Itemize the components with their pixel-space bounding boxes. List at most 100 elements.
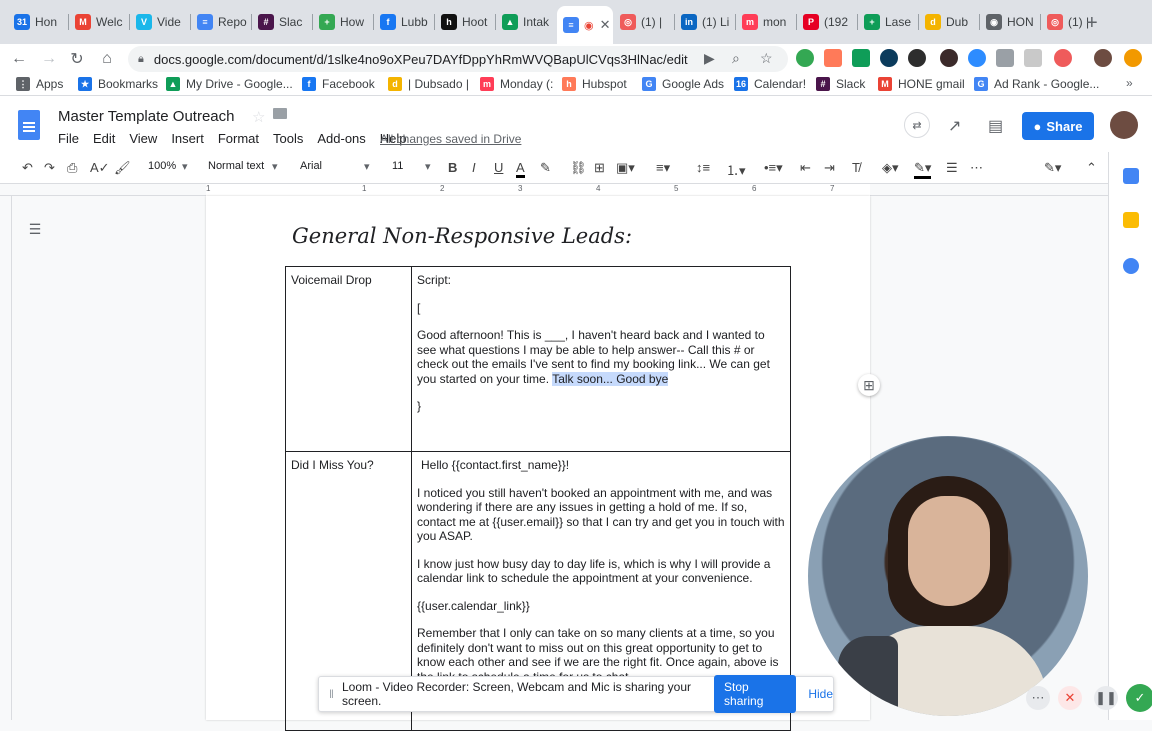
share-button[interactable]: ● Share [1022, 112, 1094, 140]
stop-sharing-button[interactable]: Stop sharing [714, 675, 797, 713]
highlight-icon[interactable]: ✎ [540, 160, 551, 176]
decrease-indent-icon[interactable]: ⇤ [800, 160, 811, 176]
extension-icon[interactable] [908, 49, 926, 67]
comments-icon[interactable]: ▤ [988, 116, 1003, 136]
calendar-icon[interactable] [1123, 168, 1139, 184]
bookmark-item[interactable]: f Facebook [302, 77, 375, 91]
extension-icon[interactable] [1024, 49, 1042, 67]
menu-item-addons[interactable]: Add-ons [317, 131, 365, 146]
extension-icon[interactable] [1054, 49, 1072, 67]
style-select[interactable]: Normal text [208, 160, 264, 172]
redo-icon[interactable]: ↷ [44, 160, 55, 176]
document-title[interactable]: Master Template Outreach [58, 108, 234, 125]
browser-tab[interactable]: ◎ (1) | [614, 8, 674, 36]
add-comment-button[interactable]: ⊞ [858, 374, 880, 396]
bulleted-list-icon[interactable]: •≡▾ [764, 160, 783, 176]
text-color-icon[interactable]: A [516, 160, 525, 178]
finish-recording-icon[interactable]: ✓ [1126, 684, 1152, 712]
menu-item-tools[interactable]: Tools [273, 131, 303, 146]
back-arrow-icon[interactable]: ← [8, 48, 30, 70]
bookmark-item[interactable]: ★ Bookmarks [78, 77, 158, 91]
pause-recording-icon[interactable]: ❚❚ [1094, 686, 1118, 710]
browser-tab[interactable]: P (192 [797, 8, 857, 36]
bookmark-star-icon[interactable]: ☆ [760, 50, 773, 67]
more-options-icon[interactable]: ⋯ [1026, 686, 1050, 710]
hubspot-extension-icon[interactable] [824, 49, 842, 67]
document-outline-icon[interactable]: ☰ [22, 216, 48, 242]
menu-item-format[interactable]: Format [218, 131, 259, 146]
keep-icon[interactable] [1123, 212, 1139, 228]
browser-tab[interactable]: 31 Hon [8, 8, 68, 36]
paint-format-icon[interactable]: 🖌︎ [114, 160, 131, 176]
browser-tab[interactable]: m mon [736, 8, 796, 36]
zoom-icon[interactable]: ⌕ [732, 50, 740, 67]
browser-tab[interactable]: ≡ Repo [191, 8, 251, 36]
drag-handle-icon[interactable]: ‖ [329, 687, 334, 701]
bookmark-item[interactable]: h Hubspot [562, 77, 627, 91]
star-icon[interactable]: ☆ [252, 108, 265, 126]
bookmark-item[interactable]: ⋮ Apps [16, 77, 63, 91]
folder-icon[interactable] [273, 108, 287, 119]
bookmark-item[interactable]: M HONE gmail [878, 77, 965, 91]
tasks-icon[interactable] [1123, 258, 1139, 274]
clear-formatting-icon[interactable]: T̸ [852, 160, 860, 175]
extension-icon[interactable] [996, 49, 1014, 67]
forward-arrow-icon[interactable]: → [38, 48, 60, 70]
fill-color-icon[interactable]: ◈▾ [882, 160, 899, 176]
align-left-icon[interactable]: ≡▾ [656, 160, 670, 176]
browser-tab[interactable]: h Hoot [435, 8, 495, 36]
table-cell-label[interactable]: Voicemail Drop [285, 266, 412, 452]
menu-item-insert[interactable]: Insert [171, 131, 204, 146]
profile-avatar[interactable] [1094, 49, 1112, 67]
zoom-select[interactable]: 100% [148, 160, 176, 172]
spellcheck-icon[interactable]: A✓ [90, 160, 110, 176]
font-size-select[interactable]: 11 [392, 160, 403, 172]
extension-icon[interactable] [940, 49, 958, 67]
loom-webcam-bubble[interactable] [808, 436, 1088, 716]
browser-tab[interactable]: d Dub [919, 8, 979, 36]
bookmark-item[interactable]: 16 Calendar! [734, 77, 806, 91]
menu-item-edit[interactable]: Edit [93, 131, 115, 146]
table-cell-script[interactable]: Script: [ Good afternoon! This is ___, I… [411, 266, 791, 452]
bookmark-item[interactable]: G Ad Rank - Google... [974, 77, 1099, 91]
bookmark-item[interactable]: d | Dubsado | [388, 77, 469, 91]
close-tab-icon[interactable]: ✕ [600, 17, 611, 33]
bold-icon[interactable]: B [448, 160, 457, 175]
insert-image-icon[interactable]: ▣▾ [616, 160, 635, 176]
line-spacing-icon[interactable]: ↕≡ [696, 160, 710, 175]
home-icon[interactable]: ⌂ [96, 48, 118, 70]
zoom-extension-icon[interactable] [968, 49, 986, 67]
save-status[interactable]: All changes saved in Drive [380, 132, 521, 146]
active-tab[interactable]: ≡ ◉ ✕ [557, 6, 613, 44]
browser-tab[interactable]: + Lase [858, 8, 918, 36]
browser-tab[interactable]: + How [313, 8, 373, 36]
extension-icon[interactable] [880, 49, 898, 67]
increase-indent-icon[interactable]: ⇥ [824, 160, 835, 176]
menu-item-view[interactable]: View [129, 131, 157, 146]
border-color-icon[interactable]: ✎▾ [914, 160, 932, 179]
extension-icon[interactable] [796, 49, 814, 67]
underline-icon[interactable]: U [494, 160, 503, 175]
italic-icon[interactable]: I [472, 160, 476, 175]
numbered-list-icon[interactable]: ⒈▾ [726, 160, 746, 179]
bookmark-item[interactable]: G Google Ads [642, 77, 724, 91]
hide-button[interactable]: Hide [808, 687, 833, 701]
new-tab-icon[interactable]: + [1086, 12, 1098, 35]
editing-mode-icon[interactable]: ✎▾ [1044, 160, 1061, 176]
bookmark-item[interactable]: m Monday (: [480, 77, 553, 91]
add-comment-icon[interactable]: ⊞ [594, 160, 605, 176]
border-width-icon[interactable]: ☰ [946, 160, 958, 176]
link-icon[interactable]: ⛓︎ [570, 160, 587, 176]
print-icon[interactable]: ⎙ [67, 160, 77, 176]
meet-icon[interactable]: ⇄ [904, 112, 930, 138]
font-select[interactable]: Arial [300, 160, 322, 172]
more-bookmarks-icon[interactable]: » [1126, 76, 1133, 90]
menu-item-file[interactable]: File [58, 131, 79, 146]
camera-icon[interactable]: ▶ [704, 50, 715, 67]
bookmark-item[interactable]: ▲ My Drive - Google... [166, 77, 293, 91]
browser-tab[interactable]: ◉ HON [980, 8, 1040, 36]
reload-icon[interactable]: ↻ [66, 48, 88, 70]
browser-tab[interactable]: V Vide [130, 8, 190, 36]
docs-logo-icon[interactable] [18, 110, 40, 140]
update-icon[interactable] [1124, 49, 1142, 67]
